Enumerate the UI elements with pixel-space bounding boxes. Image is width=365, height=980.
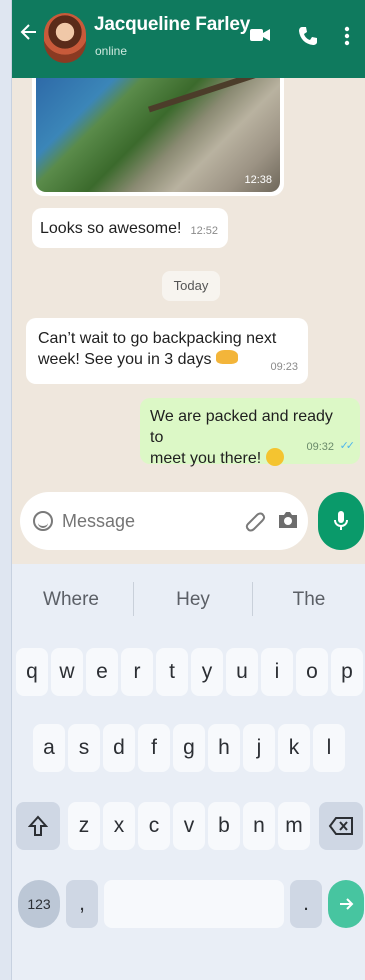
mic-icon (333, 510, 349, 532)
screen: Jacqueline Farley online 12:38 Looks so (0, 0, 365, 980)
message-text: week! See you in 3 days (38, 351, 212, 368)
key[interactable]: w (51, 648, 83, 696)
key[interactable]: o (296, 648, 328, 696)
period-key[interactable]: . (290, 880, 322, 928)
shift-icon (27, 815, 49, 836)
chat-area[interactable]: 12:38 Looks so awesome! 12:52 Today Can’… (12, 78, 365, 564)
heart-hands-emoji (215, 350, 238, 364)
key[interactable]: y (191, 648, 223, 696)
avatar[interactable] (44, 13, 86, 63)
message-time: 12:38 (244, 174, 272, 186)
key[interactable]: n (243, 802, 275, 850)
key[interactable]: f (138, 724, 170, 772)
message-text-line-2: week! See you in 3 days (38, 349, 296, 370)
message-composer[interactable] (20, 492, 308, 550)
phone-icon[interactable] (298, 26, 318, 46)
enter-key[interactable] (328, 880, 364, 928)
key[interactable]: h (208, 724, 240, 772)
attach-icon[interactable] (242, 508, 268, 534)
key[interactable]: q (16, 648, 48, 696)
key[interactable]: x (103, 802, 135, 850)
key[interactable]: c (138, 802, 170, 850)
chat-header: Jacqueline Farley online (12, 0, 365, 78)
message-text: meet you there! (150, 450, 262, 467)
message-text-line: Can’t wait to go backpacking next (38, 330, 277, 347)
key[interactable]: a (33, 724, 65, 772)
outgoing-message[interactable]: We are packed and ready to meet you ther… (140, 398, 360, 467)
key[interactable]: u (226, 648, 258, 696)
incoming-message[interactable]: Can’t wait to go backpacking next week! … (26, 318, 308, 384)
key[interactable]: k (278, 724, 310, 772)
suggestion[interactable]: Hey (134, 580, 252, 620)
comma-key[interactable]: , (66, 880, 98, 928)
backspace-icon (328, 817, 353, 835)
key[interactable]: z (68, 802, 100, 850)
key[interactable]: i (261, 648, 293, 696)
shift-key[interactable] (16, 802, 60, 850)
arrow-right-icon (340, 898, 354, 910)
key[interactable]: v (173, 802, 205, 850)
emoji-icon[interactable] (33, 511, 53, 531)
keyboard-bottom-bar (12, 956, 365, 980)
photo-railing (148, 78, 264, 113)
key[interactable]: m (278, 802, 310, 850)
camera-icon[interactable] (277, 510, 299, 530)
space-key[interactable] (104, 880, 284, 928)
backspace-key[interactable] (319, 802, 363, 850)
date-separator: Today (162, 271, 220, 301)
message-input[interactable] (62, 508, 222, 534)
message-time: 12:52 (190, 225, 218, 237)
incoming-message[interactable]: Looks so awesome! 12:52 (32, 208, 228, 248)
contact-name[interactable]: Jacqueline Farley (94, 14, 250, 36)
key[interactable]: l (313, 724, 345, 772)
key[interactable]: g (173, 724, 205, 772)
key[interactable]: s (68, 724, 100, 772)
key[interactable]: t (156, 648, 188, 696)
image-message[interactable]: 12:38 (32, 78, 284, 196)
photo[interactable]: 12:38 (36, 78, 280, 192)
contact-status: online (95, 44, 128, 58)
message-time: 09:23 (270, 361, 298, 373)
read-receipt-icon: ✓✓ (339, 440, 356, 452)
key[interactable]: j (243, 724, 275, 772)
video-camera-icon[interactable] (250, 28, 270, 42)
key[interactable]: b (208, 802, 240, 850)
keyboard[interactable]: Where Hey The q w e r t y u i o p a s d … (12, 564, 365, 980)
left-edge (0, 0, 12, 980)
arrow-left-icon[interactable] (18, 22, 40, 48)
message-text: Looks so awesome! (40, 220, 182, 237)
smiling-face-emoji (265, 448, 284, 466)
mic-button[interactable] (318, 492, 364, 550)
key[interactable]: e (86, 648, 118, 696)
key[interactable]: r (121, 648, 153, 696)
message-time: 09:32 (306, 441, 334, 453)
key[interactable]: d (103, 724, 135, 772)
key[interactable]: p (331, 648, 363, 696)
phone-screen: Jacqueline Farley online 12:38 Looks so (12, 0, 365, 980)
suggestion[interactable]: Where (12, 580, 130, 620)
suggestion[interactable]: The (253, 580, 365, 620)
more-vertical-icon[interactable] (344, 26, 350, 46)
numbers-key[interactable]: 123 (18, 880, 60, 928)
